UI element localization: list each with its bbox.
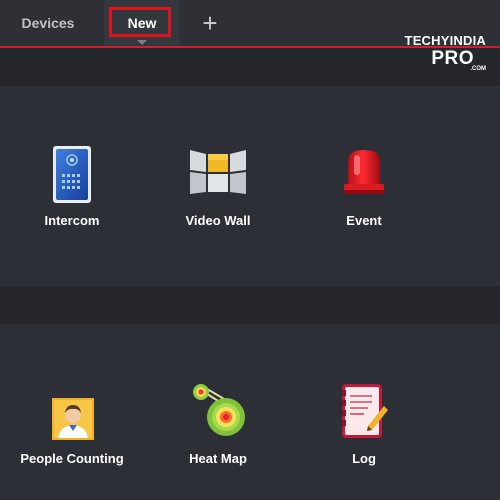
intercom-icon [42, 146, 102, 206]
plus-icon: + [202, 7, 218, 38]
tile-event-label: Event [346, 213, 382, 228]
alarm-light-icon [334, 146, 394, 206]
tile-people-counting[interactable]: People Counting [7, 382, 137, 482]
tab-devices[interactable]: Devices [0, 0, 96, 46]
caret-down-icon [137, 40, 147, 45]
section-header-2 [0, 286, 500, 324]
section-modules-2: People Counting Heat Map Log [0, 324, 500, 500]
logo-text-line2: PRO [431, 48, 474, 69]
people-counting-icon [52, 398, 96, 442]
section-modules-1: Intercom Video Wall Event [0, 86, 500, 286]
highlight-box [109, 7, 171, 37]
tab-devices-label: Devices [21, 15, 75, 31]
tile-log-label: Log [352, 451, 376, 466]
tile-intercom[interactable]: Intercom [7, 146, 137, 246]
tile-event[interactable]: Event [299, 146, 429, 246]
tab-new[interactable]: New [104, 0, 180, 46]
tile-heat-map[interactable]: Heat Map [153, 382, 283, 482]
video-wall-icon [188, 146, 248, 206]
tile-video-wall-label: Video Wall [185, 213, 251, 228]
logo-text-line1: TECHYINDIA [404, 33, 486, 48]
logo-text-line3: .COM [470, 66, 486, 72]
add-tab-button[interactable]: + [188, 0, 232, 46]
tile-heat-map-label: Heat Map [189, 451, 247, 466]
heat-map-icon [188, 382, 248, 442]
watermark-logo: TECHYINDIA PRO .COM [404, 28, 486, 78]
tile-video-wall[interactable]: Video Wall [153, 146, 283, 246]
log-icon [334, 382, 394, 442]
tile-log[interactable]: Log [299, 382, 429, 482]
